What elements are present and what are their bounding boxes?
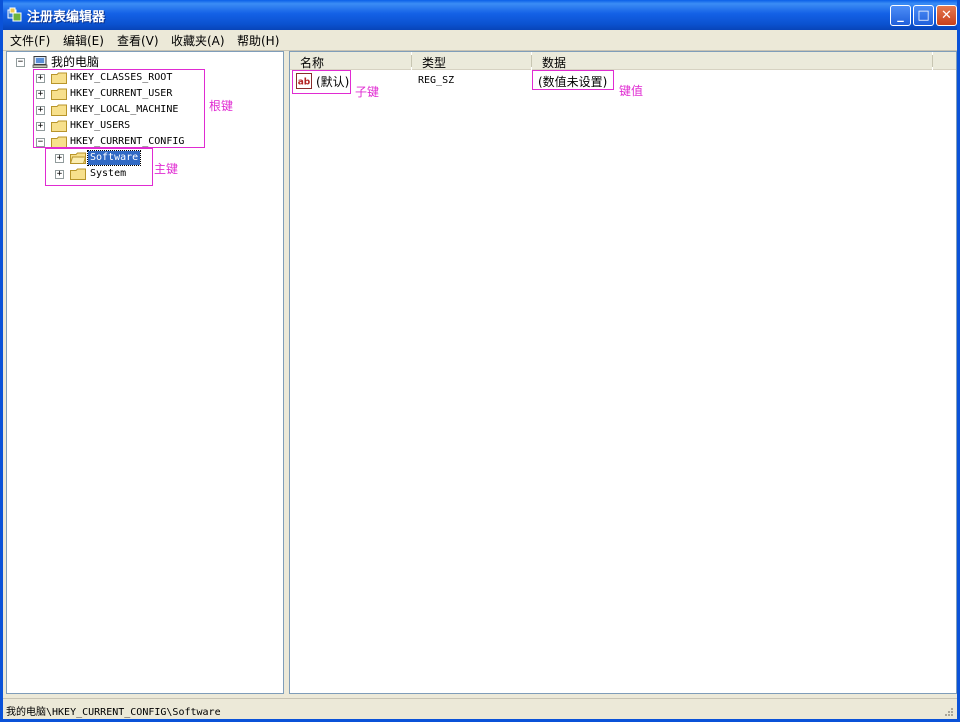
status-path: 我的电脑\HKEY_CURRENT_CONFIG\Software	[6, 707, 221, 718]
menu-view[interactable]: 查看(V)	[117, 32, 159, 49]
column-header-type[interactable]: 类型	[412, 52, 531, 70]
resize-grip-icon[interactable]	[943, 706, 953, 716]
maximize-button[interactable]: □	[913, 5, 934, 26]
key-value-highlight	[532, 70, 614, 90]
tree-pane[interactable]: − 我的电脑 + HKEY_CLASSES_ROOT + HKEY_CURREN…	[6, 51, 284, 694]
sub-key-highlight	[292, 70, 351, 94]
close-button[interactable]: ✕	[936, 5, 957, 26]
window-title: 注册表编辑器	[27, 10, 106, 25]
value-type: REG_SZ	[418, 75, 455, 86]
tree-item-root[interactable]: − 我的电脑	[7, 54, 277, 70]
main-keys-highlight	[45, 148, 153, 186]
values-pane[interactable]: 名称 类型 数据 ab (默认) REG_SZ (数值未设置) 子键 键值	[289, 51, 957, 694]
minimize-button[interactable]: _	[890, 5, 911, 26]
root-keys-highlight	[33, 69, 205, 148]
menu-favorites[interactable]: 收藏夹(A)	[171, 32, 225, 49]
column-header-filler	[933, 52, 956, 70]
collapse-icon[interactable]: −	[16, 58, 25, 67]
main-keys-annotation: 主键	[154, 162, 179, 176]
sub-key-annotation: 子键	[355, 85, 380, 99]
tree-label-root: 我的电脑	[51, 55, 100, 69]
column-header-name[interactable]: 名称	[290, 52, 411, 70]
computer-icon	[32, 56, 48, 68]
key-value-annotation: 键值	[619, 84, 644, 98]
regedit-icon	[7, 7, 22, 22]
menu-help[interactable]: 帮助(H)	[237, 32, 279, 49]
root-keys-annotation: 根键	[209, 99, 234, 113]
column-header-data[interactable]: 数据	[532, 52, 932, 70]
menu-file[interactable]: 文件(F)	[10, 32, 50, 49]
regedit-window: 注册表编辑器 _ □ ✕ 文件(F) 编辑(E) 查看(V) 收藏夹(A) 帮助…	[0, 0, 960, 722]
title-bar[interactable]: 注册表编辑器 _ □ ✕	[3, 0, 957, 30]
menu-bar: 文件(F) 编辑(E) 查看(V) 收藏夹(A) 帮助(H)	[3, 30, 957, 51]
status-bar: 我的电脑\HKEY_CURRENT_CONFIG\Software	[3, 698, 957, 719]
menu-edit[interactable]: 编辑(E)	[63, 32, 104, 49]
